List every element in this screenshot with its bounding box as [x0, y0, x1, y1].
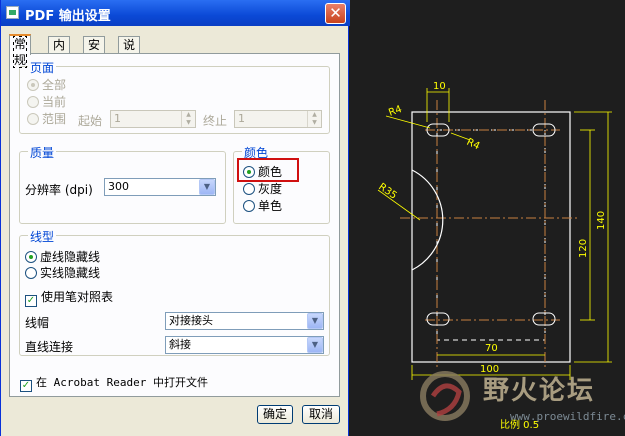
- app-icon: [6, 6, 19, 19]
- resolution-select[interactable]: 300 ▼: [104, 178, 216, 196]
- spinner-arrows-icon[interactable]: ▲ ▼: [307, 111, 321, 127]
- radio-dot: [27, 79, 39, 91]
- hidden-outline: [436, 129, 546, 341]
- dim-140-label: 140: [596, 211, 607, 230]
- dim-r4-label-b: R4: [465, 137, 482, 153]
- range-start-input[interactable]: 1 ▲ ▼: [110, 110, 196, 128]
- general-tab-panel: 页面 全部 当前 范围 起始 1 ▲ ▼ 终止 1 ▲ ▼ 质量 分辨率 (dpi) 3…: [9, 53, 340, 397]
- solid-hidden-radio[interactable]: 实线隐藏线: [25, 266, 100, 281]
- chevron-down-icon[interactable]: ▼: [307, 337, 323, 353]
- dim-10-label: 10: [433, 81, 446, 92]
- close-button[interactable]: ✕: [325, 3, 346, 24]
- quality-group-title: 质量: [28, 144, 57, 161]
- color-option-highlight: [237, 158, 299, 182]
- line-join-select[interactable]: 斜接 ▼: [165, 336, 324, 354]
- watermark-url: www.proewildfire.cn: [510, 410, 625, 423]
- dashed-hidden-radio[interactable]: 虚线隐藏线: [25, 250, 100, 265]
- pdf-settings-dialog: PDF 输出设置 ✕ 常规 内容 安全 说明 页面 全部 当前 范围 起始 1▲…: [0, 0, 350, 436]
- page-range-radio[interactable]: 范围: [27, 112, 66, 127]
- spinner-arrows-icon[interactable]: ▲ ▼: [181, 111, 195, 127]
- color-grayscale-radio[interactable]: 灰度: [243, 182, 282, 197]
- dialog-title: PDF 输出设置: [25, 9, 111, 24]
- radio-dot: [25, 251, 37, 263]
- radio-dot: [27, 96, 39, 108]
- watermark-logo-icon: [420, 371, 470, 421]
- page-group-title: 页面: [28, 59, 57, 76]
- pen-table-checkbox[interactable]: ✓ 使用笔对照表: [25, 290, 113, 307]
- tab-content[interactable]: 内容: [48, 36, 71, 68]
- radio-dot: [27, 113, 39, 125]
- slot-bottom-left: [426, 312, 450, 326]
- range-end-label: 终止: [203, 114, 228, 128]
- dim-70-label: 70: [485, 343, 498, 354]
- chevron-down-icon[interactable]: ▼: [199, 179, 215, 195]
- cancel-button[interactable]: 取消: [302, 405, 340, 424]
- dim-r4-label-a: R4: [387, 104, 403, 119]
- dim-120-label: 120: [578, 239, 589, 258]
- range-start-label: 起始: [78, 114, 103, 128]
- dimension-lines: [377, 88, 612, 380]
- dim-r35-label: R35: [376, 181, 398, 201]
- resolution-label: 分辨率 (dpi): [25, 183, 93, 197]
- slot-bottom-right: [532, 312, 556, 326]
- tab-description[interactable]: 说明: [118, 36, 141, 68]
- checkmark-icon: ✓: [25, 295, 37, 307]
- chevron-down-icon[interactable]: ▼: [307, 313, 323, 329]
- tab-general[interactable]: 常规: [9, 34, 32, 68]
- ok-button[interactable]: 确定: [257, 405, 293, 424]
- line-cap-select[interactable]: 对接接头 ▼: [165, 312, 324, 330]
- color-mono-radio[interactable]: 单色: [243, 199, 282, 214]
- title-bar[interactable]: PDF 输出设置 ✕: [1, 0, 350, 26]
- semicircle-cutout: [411, 169, 444, 271]
- page-current-radio[interactable]: 当前: [27, 95, 66, 110]
- radio-dot: [243, 200, 255, 212]
- range-end-input[interactable]: 1 ▲ ▼: [234, 110, 322, 128]
- page-all-radio[interactable]: 全部: [27, 78, 66, 93]
- radio-dot: [243, 183, 255, 195]
- line-cap-label: 线帽: [25, 316, 50, 330]
- radio-dot: [25, 267, 37, 279]
- linetype-group-title: 线型: [28, 228, 57, 245]
- line-join-label: 直线连接: [25, 340, 74, 354]
- watermark-text: 野火论坛: [483, 376, 596, 406]
- tab-security[interactable]: 安全: [83, 36, 106, 68]
- open-in-acrobat-checkbox[interactable]: ✓ 在 Acrobat Reader 中打开文件: [20, 375, 208, 392]
- checkmark-icon: ✓: [20, 380, 32, 392]
